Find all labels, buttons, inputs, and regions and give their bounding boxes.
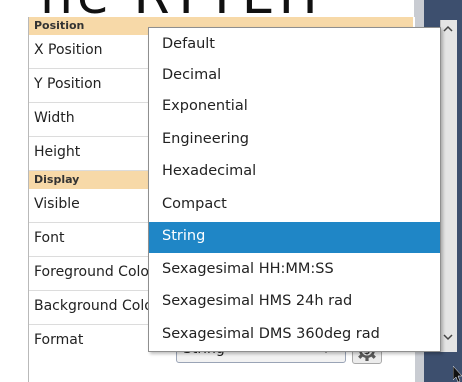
format-dropdown-list[interactable]: Default Decimal Exponential Engineering …: [148, 27, 441, 352]
property-label: X Position: [34, 42, 103, 58]
dropdown-option-decimal[interactable]: Decimal: [149, 61, 440, 92]
property-label: Width: [34, 110, 75, 126]
scroll-up-icon[interactable]: [443, 24, 453, 34]
dropdown-option-sexagesimal-dms[interactable]: Sexagesimal DMS 360deg rad: [149, 320, 440, 351]
dropdown-option-sexagesimal-hms[interactable]: Sexagesimal HMS 24h rad: [149, 287, 440, 318]
property-label: Format: [34, 332, 84, 348]
property-label: Y Position: [34, 76, 102, 92]
property-label: Font: [34, 230, 65, 246]
mouse-pointer-icon: [453, 366, 462, 382]
dropdown-option-compact[interactable]: Compact: [149, 190, 440, 221]
property-label: Background Color: [34, 298, 159, 314]
dropdown-option-string[interactable]: String: [149, 222, 440, 253]
dropdown-option-sexagesimal-hhmmss[interactable]: Sexagesimal HH:MM:SS: [149, 255, 440, 286]
dropdown-option-exponential[interactable]: Exponential: [149, 92, 440, 123]
property-label: Foreground Color: [34, 264, 155, 280]
dropdown-option-hexadecimal[interactable]: Hexadecimal: [149, 157, 440, 188]
scrollbar[interactable]: [440, 20, 457, 352]
property-label: Height: [34, 144, 81, 160]
property-label: Visible: [34, 196, 80, 212]
dropdown-option-engineering[interactable]: Engineering: [149, 125, 440, 156]
scroll-down-icon[interactable]: [443, 332, 453, 342]
dropdown-option-default[interactable]: Default: [149, 30, 440, 61]
